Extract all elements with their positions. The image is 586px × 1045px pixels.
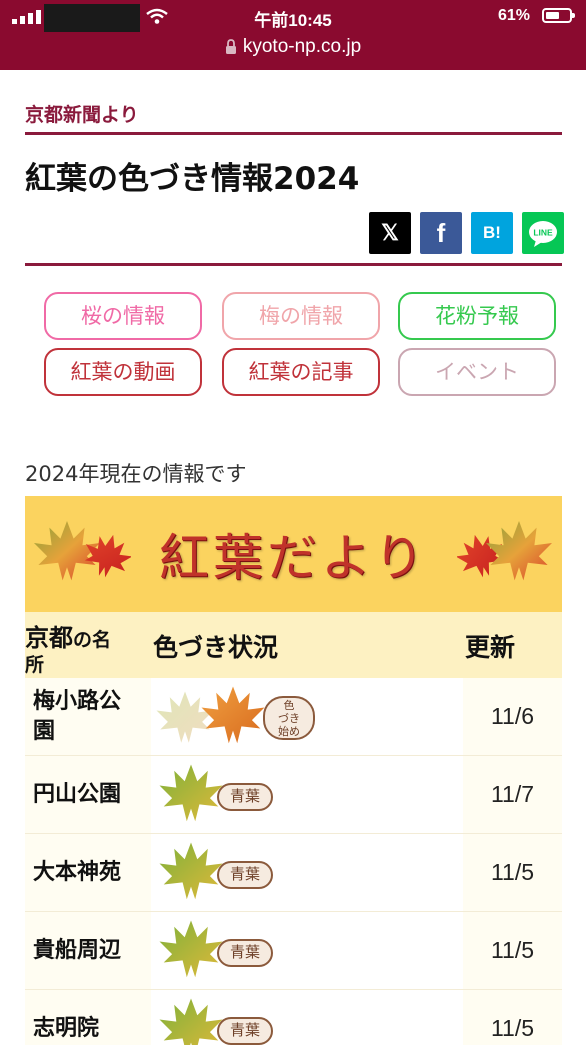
header-status: 色づき状況 <box>153 633 279 662</box>
hatena-bookmark-icon: B! <box>483 223 501 242</box>
category-pollen-button[interactable]: 花粉予報 <box>398 292 556 340</box>
share-facebook-button[interactable]: f <box>420 212 462 254</box>
intro-text: 2024年現在の情報です <box>25 462 247 486</box>
line-icon: LINE <box>529 221 557 247</box>
table-header: 京都の名 所 色づき状況 更新 <box>25 612 562 678</box>
maple-leaf-green-icon <box>159 764 223 822</box>
update-date: 11/5 <box>490 937 535 963</box>
table-row: 志明院 青葉 11/5 <box>25 990 562 1045</box>
url-text: kyoto-np.co.jp <box>242 36 362 57</box>
table-row: 大本神苑 青葉 11/5 <box>25 834 562 912</box>
place-name-line1: 梅小路公 <box>33 688 122 714</box>
share-x-button[interactable]: 𝕏 <box>369 212 411 254</box>
place-name-line1: 貴船周辺 <box>33 937 122 963</box>
update-date: 11/7 <box>490 781 535 807</box>
status-badge-line1: 色 <box>283 699 295 712</box>
maple-leaf-green-icon <box>159 842 223 900</box>
category-koyo-video-button[interactable]: 紅葉の動画 <box>44 348 202 396</box>
maple-leaf-turning-icon <box>156 686 265 744</box>
lock-icon <box>225 39 236 54</box>
battery-level-fill <box>546 12 559 19</box>
battery-percent: 61% <box>497 7 530 24</box>
maple-leaf-green-icon <box>159 920 223 978</box>
koyo-banner: 紅葉だより <box>25 496 562 612</box>
line-icon-text: LINE <box>533 228 553 238</box>
place-name-line2: 園 <box>33 718 56 744</box>
status-badge-line3: 始め <box>278 725 300 738</box>
place-name: 志明院 <box>33 990 143 1045</box>
table-row: 円山公園 青葉 11/7 <box>25 756 562 834</box>
update-date: 11/5 <box>490 859 535 885</box>
update-date: 11/6 <box>490 703 535 729</box>
category-koyo-article-button[interactable]: 紅葉の記事 <box>222 348 380 396</box>
status-badge: 青葉 <box>217 861 273 889</box>
category-event-button[interactable]: イベント <box>398 348 556 396</box>
place-name: 貴船周辺 <box>33 912 143 989</box>
battery-icon <box>542 8 575 23</box>
browser-top-bar: 午前10:45 61% kyoto-np.co.jp <box>0 0 586 70</box>
x-logo-icon: 𝕏 <box>381 220 399 245</box>
facebook-icon: f <box>436 218 446 248</box>
table-row: 貴船周辺 青葉 11/5 <box>25 912 562 990</box>
header-place: 京都の名 <box>25 618 111 653</box>
address-bar[interactable]: kyoto-np.co.jp <box>0 36 586 58</box>
maple-leaves-right-icon <box>457 521 552 583</box>
status-badge: 青葉 <box>217 939 273 967</box>
place-name: 梅小路公園 <box>33 678 143 755</box>
page-title: 紅葉の色づき情報2024 <box>25 161 360 197</box>
place-name-line1: 志明院 <box>33 1015 100 1041</box>
category-ume-button[interactable]: 梅の情報 <box>222 292 380 340</box>
table-row: 梅小路公園 色 づき 始め 11/6 <box>25 678 562 756</box>
category-sakura-button[interactable]: 桜の情報 <box>44 292 202 340</box>
header-place-small: の名 <box>73 629 112 651</box>
place-name: 大本神苑 <box>33 834 143 911</box>
source-label: 京都新聞より <box>25 104 139 126</box>
status-badge: 色 づき 始め <box>263 696 315 740</box>
maple-leaf-green-icon <box>159 998 223 1045</box>
header-place-cont: 所 <box>25 654 45 676</box>
header-divider-bottom <box>25 263 562 266</box>
status-cell: 青葉 <box>151 912 463 989</box>
share-hatena-button[interactable]: B! <box>471 212 513 254</box>
page: 午前10:45 61% kyoto-np.co.jp 京都新聞より 紅葉の色づき… <box>0 0 586 1045</box>
update-date: 11/5 <box>490 1015 535 1041</box>
status-cell: 青葉 <box>151 834 463 911</box>
status-badge-line2: づき <box>278 712 300 725</box>
place-name: 円山公園 <box>33 756 143 833</box>
status-cell: 青葉 <box>151 756 463 833</box>
header-divider-top <box>25 132 562 135</box>
place-name-line1: 大本神苑 <box>33 859 122 885</box>
header-updated: 更新 <box>465 633 516 662</box>
status-badge: 青葉 <box>217 1017 273 1045</box>
place-name-line1: 円山公園 <box>33 781 122 807</box>
share-line-button[interactable]: LINE <box>522 212 564 254</box>
status-cell: 色 づき 始め <box>151 678 463 755</box>
header-place-main: 京都 <box>25 624 73 652</box>
status-cell: 青葉 <box>151 990 463 1045</box>
status-badge: 青葉 <box>217 783 273 811</box>
